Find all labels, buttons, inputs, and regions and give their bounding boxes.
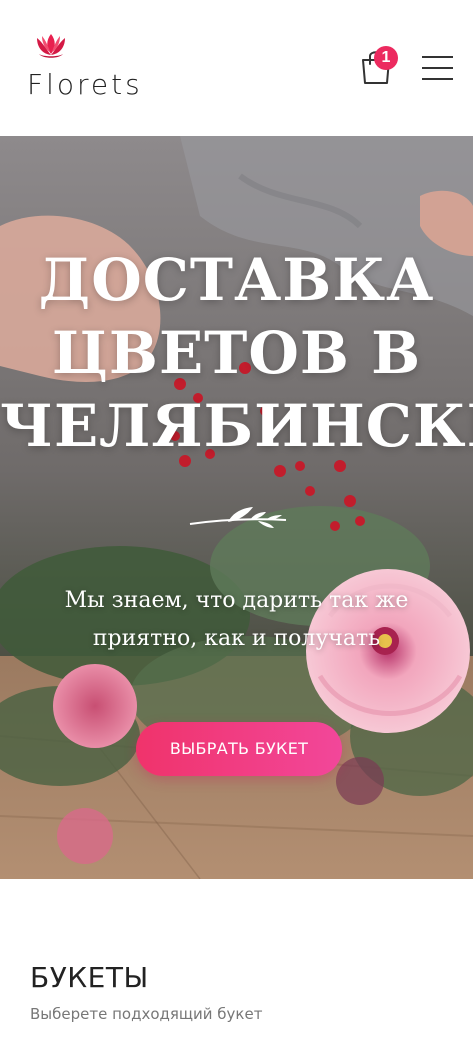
section-title: БУКЕТЫ [30,961,149,994]
section-subtitle: Выберете подходящий букет [30,1005,263,1023]
hero-subtitle-line: Мы знаем, что дарить так же [64,588,409,613]
hero-subtitle-line: приятно, как и получать [92,626,381,651]
leaf-divider-icon [189,507,287,528]
hero-subtitle: Мы знаем, что дарить так же приятно, как… [20,582,453,658]
hero-title-line: ЦВЕТОВ В [51,319,422,387]
logo[interactable]: Florets [27,30,157,102]
hero-title-line: ЧЕЛЯБИНСКЕ [0,392,473,460]
hamburger-menu-icon[interactable] [422,56,453,80]
hero-title: ДОСТАВКА ЦВЕТОВ В ЧЕЛЯБИНСКЕ [0,244,473,463]
hero-title-line: ДОСТАВКА [38,246,435,314]
bouquets-section: БУКЕТЫ Выберете подходящий букет [0,879,473,1049]
logo-text: Florets [27,68,143,101]
cart-count-badge: 1 [374,46,398,70]
site-header: Florets 1 [0,0,473,136]
choose-bouquet-button[interactable]: ВЫБРАТЬ БУКЕТ [136,722,342,776]
logo-flower-icon [37,34,65,58]
hero-banner: ДОСТАВКА ЦВЕТОВ В ЧЕЛЯБИНСКЕ Мы знаем, ч… [0,136,473,879]
